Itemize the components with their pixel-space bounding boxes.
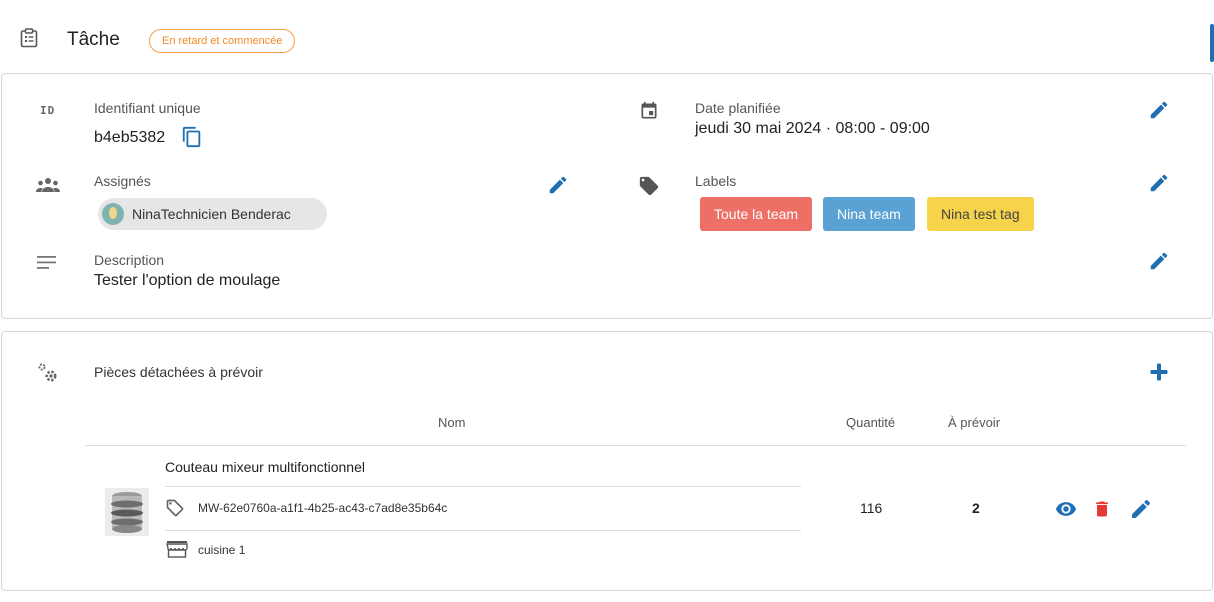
- delete-part-button[interactable]: [1092, 497, 1112, 526]
- edit-labels-button[interactable]: [1148, 172, 1170, 199]
- label-tag[interactable]: Toute la team: [700, 197, 813, 231]
- date-value: jeudi 30 mai 2024 · 08:00 - 09:00: [695, 120, 930, 137]
- description-label: Description: [94, 252, 165, 268]
- view-part-button[interactable]: [1053, 498, 1079, 525]
- description-value: Tester l'option de moulage: [94, 272, 281, 289]
- assignee-chip[interactable]: NinaTechnicien Benderac: [98, 198, 327, 230]
- label-tag[interactable]: Nina test tag: [927, 197, 1034, 231]
- notes-icon: [37, 255, 57, 276]
- add-part-button[interactable]: [1149, 362, 1169, 387]
- label-tag[interactable]: Nina team: [823, 197, 915, 231]
- edit-assignees-button[interactable]: [547, 174, 569, 201]
- column-header-to-plan[interactable]: À prévoir: [948, 415, 1000, 430]
- task-clipboard-icon: [20, 28, 38, 48]
- id-value: b4eb5382: [94, 129, 166, 146]
- labels-label: Labels: [695, 173, 737, 189]
- store-icon: [166, 540, 188, 563]
- column-header-name[interactable]: Nom: [438, 415, 465, 430]
- tag-icon: [638, 175, 660, 202]
- part-quantity: 116: [860, 500, 883, 516]
- copy-icon[interactable]: [181, 126, 203, 153]
- gears-icon: [36, 362, 60, 389]
- column-header-quantity[interactable]: Quantité: [846, 415, 895, 430]
- part-thumbnail: [105, 488, 149, 536]
- id-label: Identifiant unique: [94, 100, 201, 116]
- part-name: Couteau mixeur multifonctionnel: [165, 459, 365, 475]
- table-header-divider: [85, 445, 1186, 446]
- page-title: Tâche: [67, 29, 120, 50]
- tag-outline-icon: [165, 498, 185, 523]
- row-divider: [165, 486, 801, 487]
- part-to-plan: 2: [972, 500, 980, 516]
- calendar-icon: [639, 101, 659, 126]
- part-location: cuisine 1: [198, 543, 246, 557]
- edit-date-button[interactable]: [1148, 99, 1170, 126]
- date-label: Date planifiée: [695, 100, 781, 116]
- parts-title: Pièces détachées à prévoir: [94, 364, 263, 380]
- avatar: [102, 203, 124, 225]
- part-reference: MW-62e0760a-a1f1-4b25-ac43-c7ad8e35b64c: [198, 501, 448, 515]
- side-panel-edge[interactable]: [1210, 24, 1214, 62]
- people-icon: [35, 175, 61, 200]
- assignees-label: Assignés: [94, 173, 151, 189]
- status-badge: En retard et commencée: [149, 29, 296, 53]
- assignee-name: NinaTechnicien Benderac: [132, 206, 291, 222]
- edit-description-button[interactable]: [1148, 250, 1170, 277]
- row-divider: [165, 530, 801, 531]
- edit-part-button[interactable]: [1129, 497, 1153, 526]
- id-icon: ID: [40, 104, 56, 117]
